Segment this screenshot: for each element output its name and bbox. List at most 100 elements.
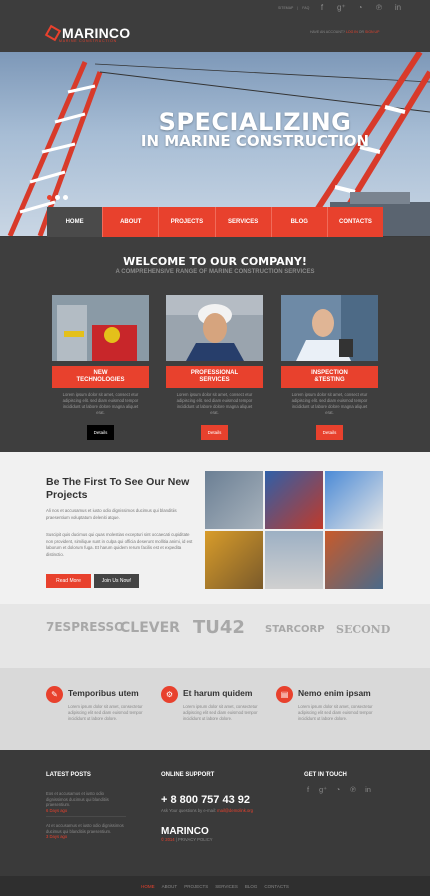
- slider-dot[interactable]: [47, 195, 52, 200]
- bottom-nav-services[interactable]: SERVICES: [215, 884, 238, 889]
- slider-dot[interactable]: [55, 195, 60, 200]
- login-link[interactable]: LOG IN: [346, 30, 358, 34]
- faq-link[interactable]: FAQ: [302, 6, 309, 10]
- welcome-section: WELCOME TO OUR COMPANY! A COMPREHENSIVE …: [0, 237, 430, 452]
- feature-text: Lorem ipsum dolor sit amet, consectetur …: [298, 704, 373, 721]
- service-card: PROFESSIONAL SERVICES Lorem ipsum dolor …: [166, 295, 263, 440]
- gallery-image[interactable]: [264, 470, 324, 530]
- bottom-nav-contacts[interactable]: CONTACTS: [264, 884, 288, 889]
- copyright: © 2014 | PRIVACY POLICY: [161, 837, 213, 842]
- nav-contacts[interactable]: CONTACTS: [327, 207, 384, 237]
- rss-icon[interactable]: ◔: [356, 3, 364, 12]
- slider-dots: [47, 195, 68, 200]
- facebook-icon[interactable]: f: [318, 3, 326, 12]
- site-header: SITEMAP | FAQ f g⁺ ◔ ℗ in MARINCO MARINE…: [0, 0, 430, 52]
- feature-title: Nemo enim ipsam: [298, 688, 371, 698]
- account-prompt: HAVE AN ACCOUNT?: [310, 30, 345, 34]
- nav-home[interactable]: HOME: [47, 207, 104, 237]
- client-logo: 7ESPRESSO: [46, 620, 125, 634]
- bottom-nav-home[interactable]: HOME: [141, 884, 155, 889]
- bottom-nav-blog[interactable]: BLOG: [245, 884, 258, 889]
- nav-projects[interactable]: PROJECTS: [159, 207, 216, 237]
- projects-intro: Ali nos et accusamus et iusto odio digni…: [46, 508, 177, 520]
- privacy-policy-link[interactable]: | PRIVACY POLICY: [176, 837, 213, 842]
- card-description: Lorem ipsum dolor sit amet, consect etur…: [176, 392, 253, 415]
- projects-section: Be The First To See Our New Projects Ali…: [0, 452, 430, 604]
- get-in-touch-heading: GET IN TOUCH: [304, 772, 347, 778]
- gallery-image[interactable]: [204, 530, 264, 590]
- header-social: f g⁺ ◔ ℗ in: [318, 3, 402, 12]
- post-text: At et accusamus et iusto odio dignissimo…: [46, 823, 124, 834]
- projects-gallery: [204, 470, 384, 590]
- read-more-button[interactable]: Read More: [46, 574, 91, 588]
- join-us-button[interactable]: Join Us Now!: [94, 574, 139, 588]
- bottom-nav-projects[interactable]: PROJECTS: [184, 884, 208, 889]
- nav-about[interactable]: ABOUT: [103, 207, 160, 237]
- feature-title: Temporibus utem: [68, 688, 139, 698]
- post-text: Eos et accusamus et iusto odio dignissim…: [46, 791, 109, 807]
- client-logo: SECOND: [336, 623, 391, 636]
- feature-title: Et harum quidem: [183, 688, 253, 698]
- document-icon: ▤: [276, 686, 293, 703]
- rss-icon[interactable]: ◔: [334, 785, 342, 794]
- details-button[interactable]: Details: [316, 425, 343, 440]
- features-section: ✎ Temporibus utem Lorem ipsum dolor sit …: [0, 668, 430, 750]
- gear-icon: ⚙: [161, 686, 178, 703]
- projects-title: Be The First To See Our New Projects: [46, 476, 190, 501]
- card-description: Lorem ipsum dolor sit amet, consect etur…: [291, 392, 368, 415]
- card-title: PROFESSIONAL SERVICES: [166, 366, 263, 388]
- signup-link[interactable]: SIGN UP: [365, 30, 379, 34]
- top-links: SITEMAP | FAQ: [278, 6, 309, 10]
- service-card: NEW TECHNOLOGIES Lorem ipsum dolor sit a…: [52, 295, 149, 440]
- gallery-image[interactable]: [324, 530, 384, 590]
- inspection-image: [281, 295, 378, 361]
- support-email-link[interactable]: mail@demolink.org: [217, 808, 253, 813]
- sitemap-link[interactable]: SITEMAP: [278, 6, 293, 10]
- footer-post[interactable]: Eos et accusamus et iusto odio dignissim…: [46, 791, 126, 813]
- hero-subtitle: IN MARINE CONSTRUCTION: [140, 132, 370, 150]
- card-description: Lorem ipsum dolor sit amet, consect etur…: [62, 392, 139, 415]
- linkedin-icon[interactable]: in: [394, 3, 402, 12]
- toplinks-separator: |: [297, 6, 299, 10]
- feature-text: Lorem ipsum dolor sit amet, consectetur …: [183, 704, 258, 721]
- client-logo: STARCORP: [265, 624, 325, 635]
- details-button[interactable]: Details: [87, 425, 114, 440]
- linkedin-icon[interactable]: in: [364, 785, 372, 794]
- gallery-image[interactable]: [204, 470, 264, 530]
- engineer-image: [166, 295, 263, 361]
- service-card: INSPECTION &TESTING Lorem ipsum dolor si…: [281, 295, 378, 440]
- account-links: HAVE AN ACCOUNT? LOG IN OR SIGN UP: [310, 30, 379, 34]
- google-plus-icon[interactable]: g⁺: [319, 785, 327, 794]
- phone-number: + 8 800 757 43 92: [161, 794, 250, 806]
- account-or: OR: [358, 30, 365, 34]
- gallery-image[interactable]: [324, 470, 384, 530]
- footer-social: f g⁺ ◔ ℗ in: [304, 785, 372, 794]
- footer-logo[interactable]: MARINCO: [161, 826, 209, 837]
- footer-post[interactable]: At et accusamus et iusto odio dignissimo…: [46, 823, 126, 840]
- nav-blog[interactable]: BLOG: [271, 207, 328, 237]
- clients-strip: 7ESPRESSO CLEVER TU42 STARCORP SECOND: [0, 604, 430, 668]
- pinterest-icon[interactable]: ℗: [349, 785, 357, 794]
- wrench-icon: ✎: [46, 686, 63, 703]
- bottom-nav-about[interactable]: ABOUT: [162, 884, 178, 889]
- card-title: INSPECTION &TESTING: [281, 366, 378, 388]
- welcome-title: WELCOME TO OUR COMPANY!: [123, 255, 307, 268]
- technology-image: [52, 295, 149, 361]
- site-footer: LATEST POSTS Eos et accusamus et iusto o…: [0, 750, 430, 876]
- google-plus-icon[interactable]: g⁺: [337, 3, 346, 12]
- pinterest-icon[interactable]: ℗: [375, 3, 383, 12]
- post-date: 6 Days ago: [46, 807, 68, 813]
- projects-text: Suscipit quis ducimus qui quas molestias…: [46, 532, 193, 557]
- slider-dot[interactable]: [63, 195, 68, 200]
- gallery-image[interactable]: [264, 530, 324, 590]
- post-divider: [46, 816, 126, 817]
- post-date: 3 Days ago: [46, 834, 68, 839]
- facebook-icon[interactable]: f: [304, 785, 312, 794]
- card-title: NEW TECHNOLOGIES: [52, 366, 149, 388]
- nav-services[interactable]: SERVICES: [215, 207, 272, 237]
- feature-text: Lorem ipsum dolor sit amet, consectetur …: [68, 704, 143, 721]
- main-nav: HOME ABOUT PROJECTS SERVICES BLOG CONTAC…: [47, 207, 384, 237]
- support-email-line: Ask Your questions by e-mail: mail@demol…: [161, 808, 254, 813]
- details-button[interactable]: Details: [201, 425, 228, 440]
- client-logo: CLEVER: [120, 620, 180, 636]
